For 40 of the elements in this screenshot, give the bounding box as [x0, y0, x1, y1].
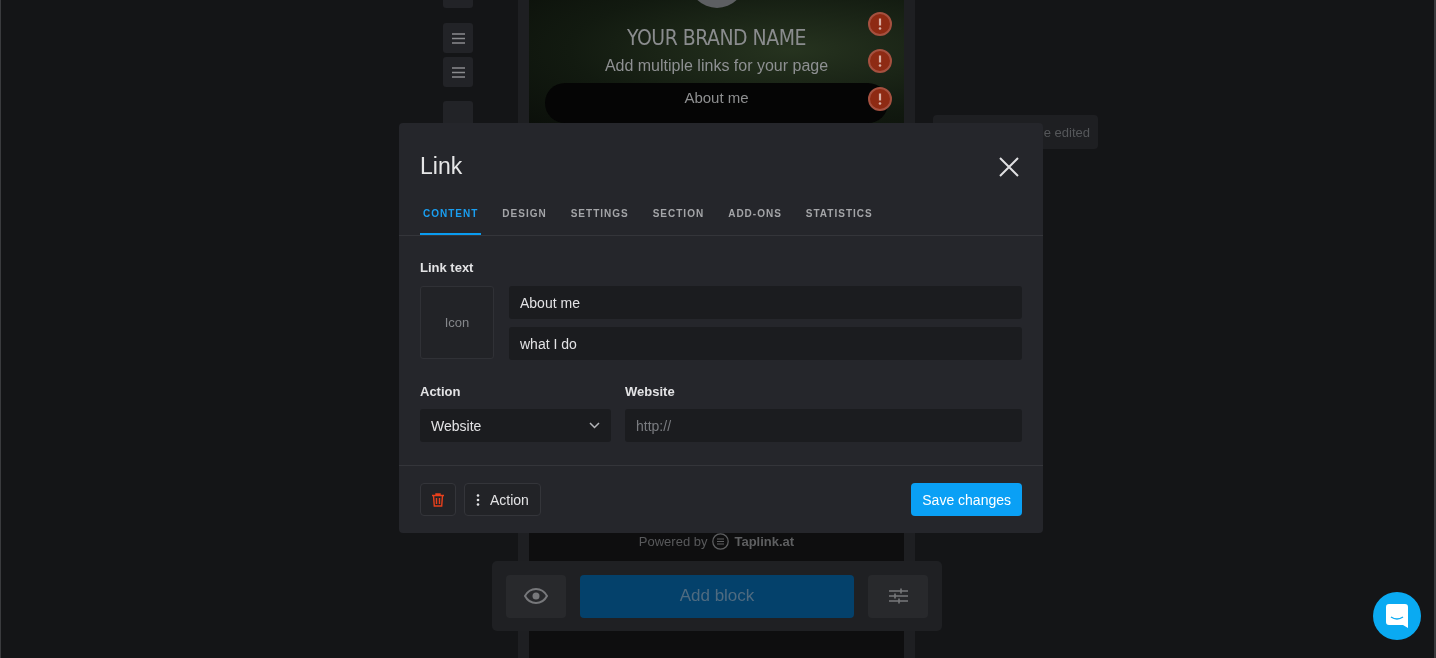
page-subtitle: Add multiple links for your page	[604, 57, 829, 75]
tab[interactable]: ADD-ONS	[725, 202, 785, 235]
chevron-down-icon	[589, 422, 600, 429]
close-icon	[997, 154, 1021, 179]
settings-button[interactable]	[868, 574, 928, 618]
close-button[interactable]	[997, 154, 1021, 179]
tab[interactable]: SECTION	[649, 202, 708, 235]
tab[interactable]: CONTENT	[420, 202, 482, 235]
field-label: Action	[420, 384, 462, 399]
brand-name: YOUR BRAND NAME	[627, 26, 806, 50]
link-button[interactable]: About me	[545, 83, 888, 123]
preview-button[interactable]	[506, 574, 566, 618]
tab[interactable]: SETTINGS	[567, 202, 632, 235]
sliders-icon	[888, 588, 908, 604]
more-icon	[476, 493, 480, 506]
input-field[interactable]: About me	[509, 286, 1022, 319]
tool-button[interactable]	[443, 23, 473, 53]
menu-icon	[451, 66, 465, 78]
error-icon	[868, 49, 892, 73]
eye-icon	[524, 588, 548, 604]
tab[interactable]: DESIGN	[499, 202, 550, 235]
dialog-title: Link	[420, 153, 463, 180]
menu-icon	[451, 32, 465, 44]
delete-button[interactable]	[420, 483, 456, 516]
chat-icon	[1386, 604, 1408, 628]
field-label: Website	[625, 384, 676, 399]
tool-button[interactable]	[443, 57, 473, 87]
error-icon	[868, 87, 892, 111]
input-field[interactable]: what I do	[509, 327, 1022, 360]
field-label: Link text	[420, 260, 475, 275]
action-button[interactable]: Action	[464, 483, 541, 516]
chat-button[interactable]	[1373, 592, 1421, 640]
error-icon	[868, 12, 892, 36]
trash-icon	[432, 492, 444, 507]
tab[interactable]: STATISTICS	[802, 202, 876, 235]
powered-by-text: Powered by	[638, 534, 708, 549]
input-field[interactable]: http://	[625, 409, 1022, 442]
action-select[interactable]: Website	[420, 409, 611, 442]
icon-picker[interactable]: Icon	[420, 286, 494, 359]
logo-icon	[712, 533, 730, 550]
